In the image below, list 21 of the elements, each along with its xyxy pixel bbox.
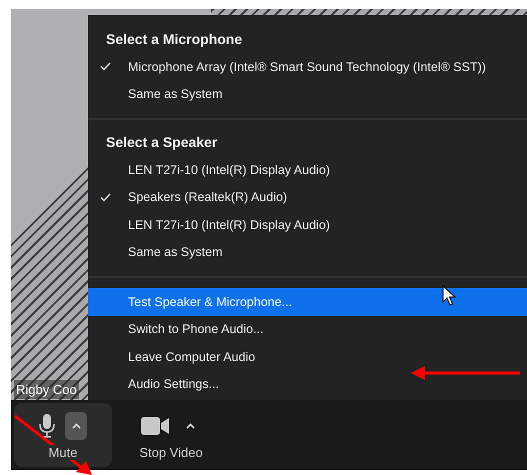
caret-button[interactable] — [65, 412, 87, 440]
menu-heading: Select a Microphone — [105, 30, 244, 49]
mouse-pointer-icon — [442, 285, 458, 307]
menu-item[interactable]: LEN T27i-10 (Intel(R) Display Audio) — [88, 211, 527, 238]
menu-item[interactable]: Switch to Phone Audio... — [88, 316, 527, 343]
toolbar-label[interactable]: Stop Video — [137, 444, 205, 460]
video-camera-icon[interactable] — [141, 416, 169, 434]
menu-item[interactable]: Microphone Array (Intel® Smart Sound Technology (Intel® SST)) — [88, 53, 527, 80]
menu-item[interactable]: LEN T27i-10 (Intel(R) Display Audio) — [88, 156, 527, 184]
menu-item[interactable]: Audio Settings... — [88, 370, 527, 398]
microphone-icon[interactable] — [39, 414, 55, 438]
participant-name: Rigby Coo — [14, 380, 79, 399]
caret-icon — [72, 422, 80, 428]
caret-icon — [186, 422, 194, 428]
menu-item[interactable]: Same as System — [88, 238, 527, 266]
menu-item[interactable]: Same as System — [88, 80, 527, 108]
menu-item[interactable]: Test Speaker & Microphone... — [88, 288, 527, 316]
toolbar-label[interactable]: Mute — [46, 444, 80, 460]
menu-item[interactable]: Speakers (Realtek(R) Audio) — [88, 184, 527, 211]
menu-item[interactable]: Leave Computer Audio — [88, 343, 527, 370]
menu-heading: Select a Speaker — [105, 133, 218, 152]
